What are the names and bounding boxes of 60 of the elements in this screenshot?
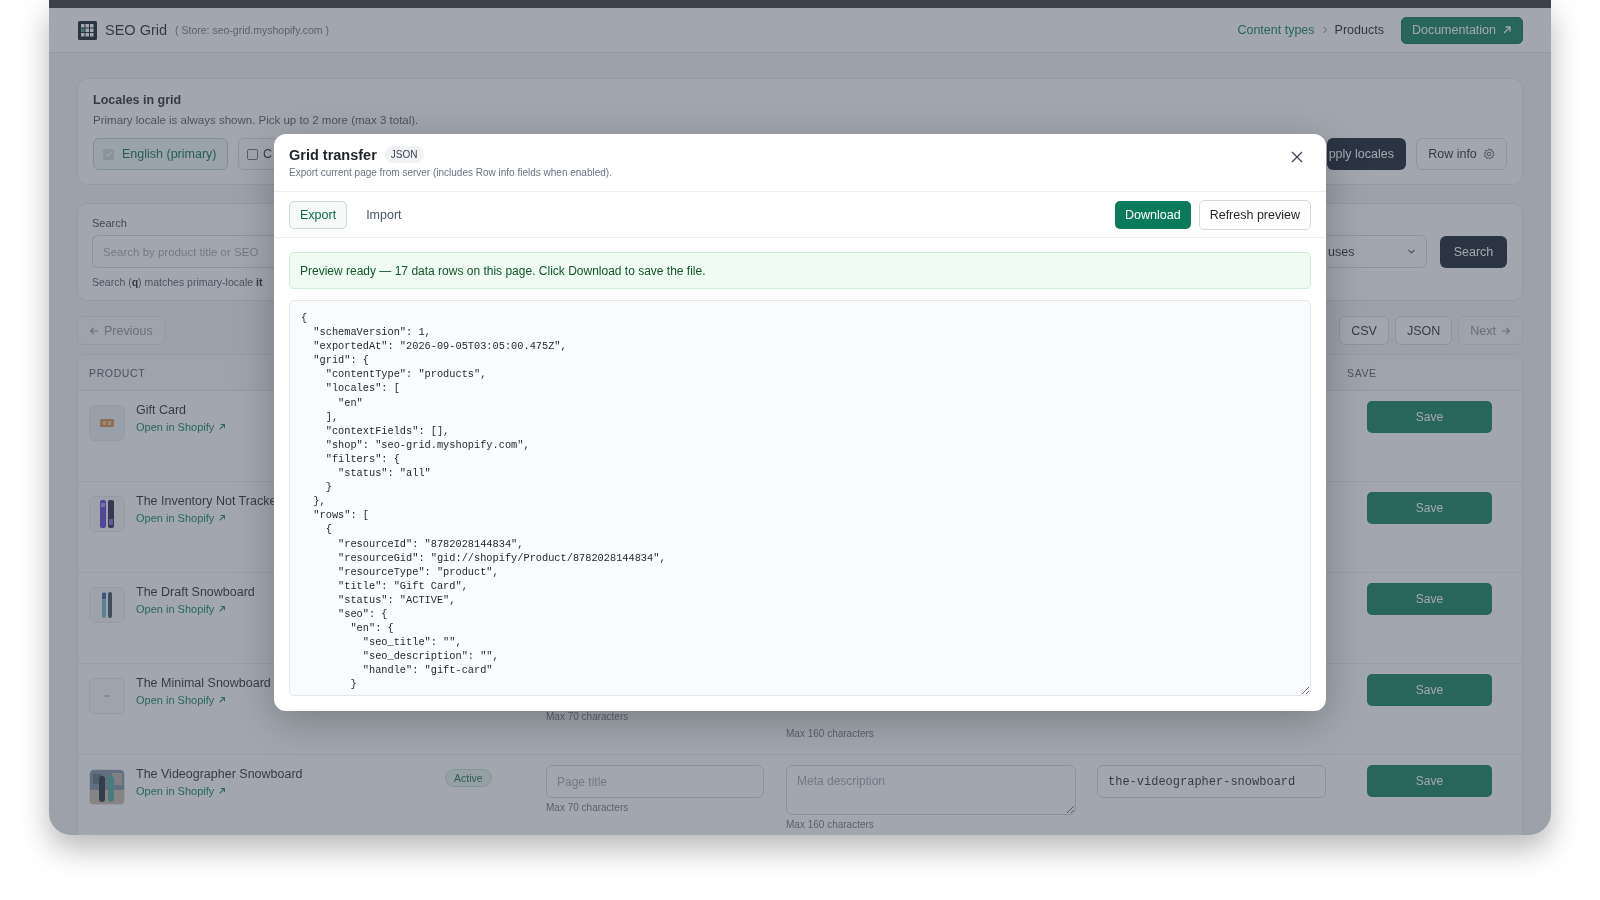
format-badge: JSON [384,146,424,163]
field-hint: Max 70 characters [546,802,630,813]
export-format-button[interactable]: JSON [1394,316,1453,345]
open-in-shopify-link[interactable]: Open in Shopify [136,785,227,797]
refresh-preview-button[interactable]: Refresh preview [1198,199,1311,230]
tab[interactable]: Export [289,200,348,229]
tab[interactable]: Import [355,200,413,229]
save-button[interactable]: Save [1367,583,1492,615]
json-preview-field[interactable]: { "schemaVersion": 1, "exportedAt": "2026-09-05T03:05:00.475Z", "grid": { "contentType": "products", "locales": [ "en" ], "contextFields": [], "shop": "seo-grid.myshopify.com", "filters": { "status": "all" } }, "rows": [ { "resourceId": "8782028144834", "resourceGid": "gid://shopify/Product/8782028144834", "resourceType": "product", "title": "Gift Card", "status": "ACTIVE", "seo": { "en": { "seo_title": "", "seo_description": "", "handle": "gift-card" } [289,300,1311,696]
external-link-icon [218,423,227,431]
field-hint: Max 160 characters [786,728,875,739]
product-title: The Videographer Snowboard [136,767,303,781]
open-in-shopify-link[interactable]: Open in Shopify [136,603,227,615]
product-title: The Draft Snowboard [136,585,255,599]
save-button[interactable]: Save [1367,674,1492,706]
store-label: ( Store: seo-grid.myshopify.com ) [175,24,329,36]
product-title: The Minimal Snowboard [136,676,271,690]
search-hint: Search (q) matches primary-locale it [92,276,263,288]
dialog-title: Grid transfer [289,146,377,163]
external-link-icon [218,787,227,795]
arrow-left-icon [89,325,99,336]
open-in-shopify-link[interactable]: Open in Shopify [136,512,227,524]
breadcrumb-link[interactable]: Content types [1237,23,1315,37]
grid-logo-icon [78,20,97,40]
handle-field[interactable]: the-videographer-snowboard [1097,765,1326,798]
checkbox[interactable] [247,148,258,160]
export-format-button[interactable]: CSV [1339,316,1389,345]
arrow-right-icon [1501,325,1511,336]
status-badge: Active [445,769,492,787]
breadcrumb-current: Products [1334,23,1384,37]
open-in-shopify-link[interactable]: Open in Shopify [136,694,227,706]
documentation-button[interactable]: Documentation [1400,16,1523,44]
image-placeholder-icon [89,678,125,714]
product-title: Gift Card [136,403,187,417]
open-in-shopify-link[interactable]: Open in Shopify [136,421,227,433]
field-hint: Max 160 characters [786,819,875,830]
chevron-down-icon [1407,247,1416,256]
column-header: SAVE [1347,366,1377,379]
download-button[interactable]: Download [1115,200,1191,229]
chevron-right-icon [1320,26,1329,34]
success-alert: Preview ready — 17 data rows on this page. Click Download to save the file. [289,252,1311,289]
save-button[interactable]: Save [1367,401,1492,433]
search-label: Search [92,217,127,229]
close-icon[interactable] [1290,150,1304,164]
dialog-subtitle: Export current page from server (includes Row info fields when enabled). [289,167,613,178]
save-button[interactable]: Save [1367,492,1492,524]
search-button[interactable]: Search [1440,235,1507,268]
section-title: Locales in grid [93,93,183,107]
external-link-icon [218,514,227,522]
save-button[interactable]: Save [1367,765,1492,797]
external-link-icon [218,696,227,704]
column-header: PRODUCT [89,366,146,379]
row-info-button[interactable]: Row info [1416,138,1507,170]
status-dropdown[interactable]: uses [1327,235,1427,268]
external-link-icon [218,605,227,613]
apply-locales-button[interactable]: pply locales [1327,138,1406,170]
external-link-icon [1502,25,1512,35]
app-title: SEO Grid [105,22,168,38]
settings-icon [1482,148,1495,160]
section-description: Primary locale is always shown. Pick up to 2 more (max 3 total). [93,114,420,126]
